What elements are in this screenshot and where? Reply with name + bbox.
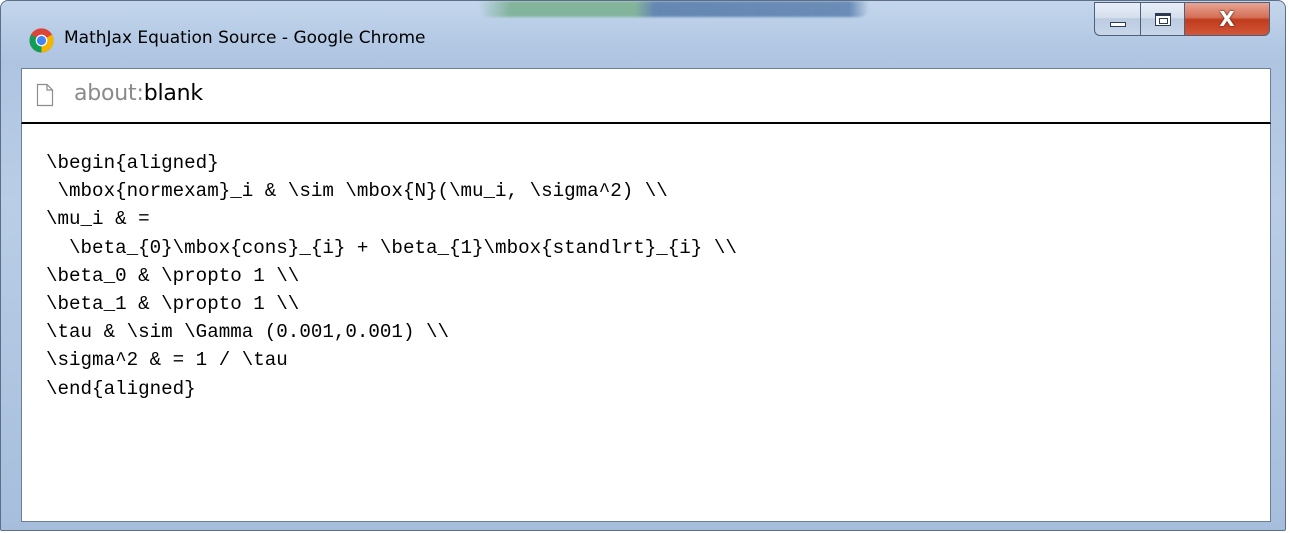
chrome-logo-icon: [29, 28, 54, 53]
source-line: \mbox{normexam}_i & \sim \mbox{N}(\mu_i,…: [46, 180, 668, 203]
source-line: \end{aligned}: [46, 377, 196, 400]
url-host: blank: [143, 81, 203, 106]
source-line: \beta_{0}\mbox{cons}_{i} + \beta_{1}\mbo…: [46, 236, 737, 259]
url-text[interactable]: about:blank: [74, 81, 203, 106]
source-line: \sigma^2 & = 1 / \tau: [46, 349, 288, 372]
page-content: \begin{aligned} \mbox{normexam}_i & \sim…: [21, 124, 1271, 522]
title-bar[interactable]: MathJax Equation Source - Google Chrome …: [1, 1, 1285, 65]
close-button[interactable]: X: [1184, 2, 1270, 36]
window-title: MathJax Equation Source - Google Chrome: [64, 28, 426, 48]
maximize-button[interactable]: [1140, 2, 1184, 36]
maximize-icon: [1154, 12, 1171, 26]
browser-window: MathJax Equation Source - Google Chrome …: [0, 0, 1286, 531]
address-bar[interactable]: about:blank: [21, 68, 1271, 124]
caption-buttons: X: [1094, 2, 1270, 38]
minimize-icon: [1109, 21, 1126, 27]
source-line: \mu_i & =: [46, 208, 150, 231]
url-scheme: about:: [74, 81, 144, 106]
page-icon: [36, 83, 54, 107]
close-icon: X: [1219, 7, 1235, 31]
source-line: \beta_0 & \propto 1 \\: [46, 264, 300, 287]
equation-source: \begin{aligned} \mbox{normexam}_i & \sim…: [46, 149, 737, 403]
source-line: \tau & \sim \Gamma (0.001,0.001) \\: [46, 321, 450, 344]
minimize-button[interactable]: [1094, 2, 1140, 36]
source-line: \begin{aligned}: [46, 152, 219, 174]
source-line: \beta_1 & \propto 1 \\: [46, 293, 300, 316]
